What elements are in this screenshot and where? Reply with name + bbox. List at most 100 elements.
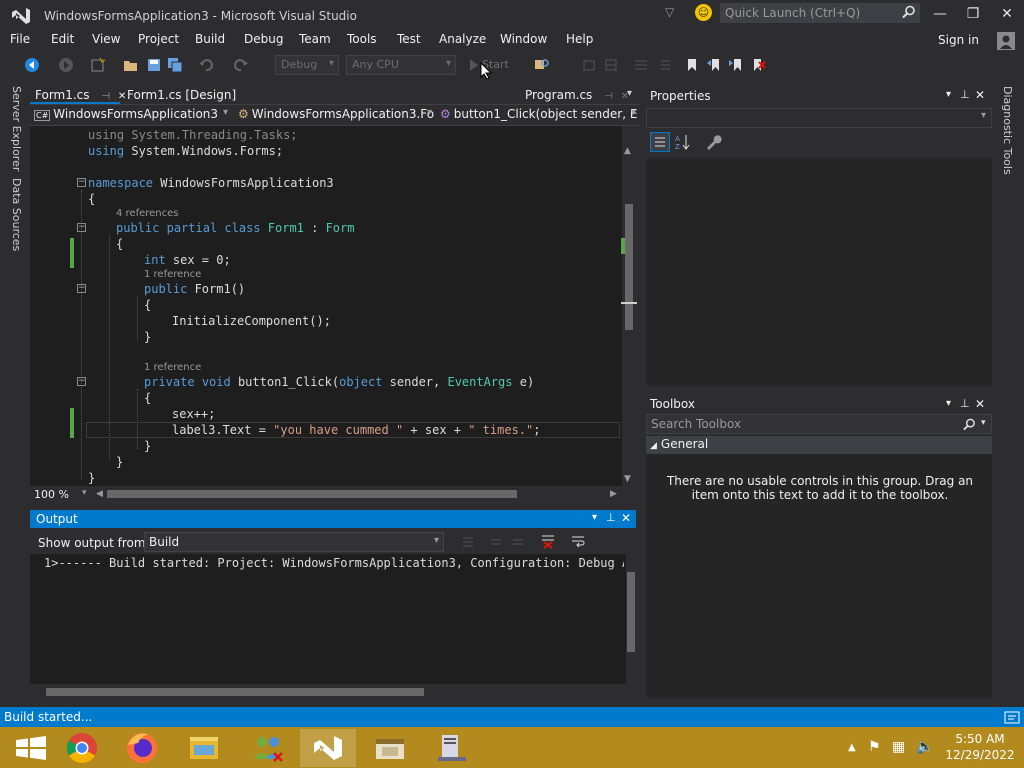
windows-start-icon[interactable] bbox=[4, 729, 60, 767]
properties-close-icon[interactable]: ✕ bbox=[975, 88, 985, 102]
output-source-select[interactable]: Build bbox=[144, 532, 444, 552]
pin-tab-icon[interactable]: ⊣ bbox=[604, 91, 613, 102]
tab-form1-design[interactable]: Form1.cs [Design] bbox=[122, 86, 241, 104]
new-project-icon[interactable] bbox=[90, 57, 106, 73]
firefox-icon[interactable] bbox=[114, 729, 170, 767]
zoom-dropdown-icon[interactable]: ▾ bbox=[82, 488, 87, 498]
editor-horizontal-scroll-thumb[interactable] bbox=[107, 490, 517, 498]
open-file-icon[interactable] bbox=[123, 57, 139, 73]
minimize-button[interactable]: — bbox=[925, 3, 955, 25]
navigate-back-icon[interactable] bbox=[24, 57, 40, 73]
references-codelens[interactable]: 4 references bbox=[116, 208, 179, 219]
collapse-method-toggle[interactable]: − bbox=[77, 377, 86, 386]
close-window-button[interactable]: ✕ bbox=[992, 3, 1022, 25]
categorized-view-icon[interactable] bbox=[650, 132, 670, 152]
store-icon[interactable] bbox=[362, 729, 418, 767]
solution-platform-dropdown[interactable]: Any CPU bbox=[346, 55, 456, 75]
word-wrap-icon[interactable] bbox=[570, 533, 586, 549]
project-dropdown[interactable]: C# WindowsFormsApplication3 bbox=[34, 107, 230, 124]
tab-overflow-icon[interactable]: ▾ bbox=[627, 88, 632, 99]
output-horizontal-scroll-thumb[interactable] bbox=[46, 688, 424, 696]
properties-pin-icon[interactable]: ⊥ bbox=[960, 88, 970, 101]
tab-program-cs[interactable]: Program.cs ⊣ ✕ bbox=[520, 86, 634, 104]
chrome-icon[interactable] bbox=[54, 729, 110, 767]
properties-options-icon[interactable]: ▾ bbox=[946, 89, 951, 100]
toolbox-close-icon[interactable]: ✕ bbox=[975, 397, 985, 411]
chevron-down-icon[interactable]: ▾ bbox=[981, 418, 986, 428]
uncomment-lines-icon[interactable] bbox=[656, 57, 672, 73]
editor-vertical-scroll-thumb[interactable] bbox=[625, 204, 633, 330]
step-into-icon[interactable] bbox=[603, 57, 619, 73]
menu-project[interactable]: Project bbox=[138, 32, 179, 46]
search-icon[interactable] bbox=[902, 5, 916, 19]
properties-object-select[interactable] bbox=[646, 108, 992, 128]
menu-window[interactable]: Window bbox=[500, 32, 547, 46]
scroll-up-icon[interactable]: ▲ bbox=[624, 146, 631, 156]
network-status-icon[interactable]: ▦ bbox=[892, 739, 905, 755]
diagnostic-tools-tab[interactable]: Diagnostic Tools bbox=[1001, 86, 1014, 175]
next-bookmark-icon[interactable] bbox=[728, 57, 744, 73]
find-message-icon[interactable] bbox=[460, 534, 476, 550]
previous-bookmark-icon[interactable] bbox=[706, 57, 722, 73]
references-codelens[interactable]: 1 reference bbox=[144, 362, 201, 373]
notifications-icon[interactable] bbox=[1004, 709, 1020, 725]
collapse-class-toggle[interactable]: − bbox=[77, 223, 86, 232]
navigate-forward-icon[interactable] bbox=[58, 57, 74, 73]
visual-studio-taskbar-icon[interactable] bbox=[300, 729, 356, 767]
taskbar-clock[interactable]: 5:50 AM 12/29/2022 bbox=[940, 731, 1020, 763]
menu-team[interactable]: Team bbox=[299, 32, 331, 46]
volume-icon[interactable]: 🔈 bbox=[916, 739, 933, 755]
menu-debug[interactable]: Debug bbox=[244, 32, 283, 46]
output-pin-icon[interactable]: ⊥ bbox=[606, 511, 616, 524]
chevron-down-icon[interactable]: ▾ bbox=[981, 110, 986, 121]
data-sources-tab[interactable]: Data Sources bbox=[10, 178, 23, 251]
toolbox-pin-icon[interactable]: ⊥ bbox=[960, 397, 970, 410]
menu-test[interactable]: Test bbox=[397, 32, 421, 46]
server-explorer-tab[interactable]: Server Explorer bbox=[10, 86, 23, 171]
network-users-icon[interactable] bbox=[240, 729, 296, 767]
references-codelens[interactable]: 1 reference bbox=[144, 269, 201, 280]
menu-build[interactable]: Build bbox=[195, 32, 225, 46]
restore-button[interactable]: ❐ bbox=[958, 3, 988, 25]
output-close-icon[interactable]: ✕ bbox=[621, 511, 631, 525]
member-dropdown[interactable]: ⚙ button1_Click(object sender, E bbox=[440, 107, 638, 124]
bookmark-icon[interactable] bbox=[684, 57, 700, 73]
scroll-right-icon[interactable]: ▶ bbox=[610, 489, 617, 499]
action-center-flag-icon[interactable]: ⚑ bbox=[868, 739, 881, 755]
menu-analyze[interactable]: Analyze bbox=[439, 32, 486, 46]
file-explorer-icon[interactable] bbox=[176, 729, 232, 767]
output-options-icon[interactable]: ▾ bbox=[592, 512, 597, 523]
server-manager-icon[interactable] bbox=[424, 729, 480, 767]
user-account-icon[interactable] bbox=[997, 32, 1015, 50]
undo-icon[interactable] bbox=[198, 57, 214, 73]
sign-in-link[interactable]: Sign in bbox=[938, 33, 979, 47]
feedback-smiley-icon[interactable]: ☺ bbox=[695, 4, 712, 21]
menu-view[interactable]: View bbox=[92, 32, 120, 46]
next-message-icon[interactable] bbox=[510, 534, 526, 550]
zoom-level[interactable]: 100 % bbox=[34, 488, 69, 501]
save-all-icon[interactable] bbox=[167, 57, 183, 73]
properties-grid[interactable] bbox=[646, 158, 992, 386]
comment-lines-icon[interactable] bbox=[633, 57, 649, 73]
toolbox-group-general[interactable]: ◢ General bbox=[646, 436, 992, 454]
scroll-down-icon[interactable]: ▼ bbox=[624, 474, 631, 484]
output-vertical-scroll-thumb[interactable] bbox=[627, 572, 635, 652]
clear-bookmarks-icon[interactable] bbox=[750, 57, 766, 73]
redo-icon[interactable] bbox=[233, 57, 249, 73]
menu-help[interactable]: Help bbox=[566, 32, 593, 46]
property-pages-wrench-icon[interactable] bbox=[704, 133, 722, 151]
collapse-namespace-toggle[interactable]: − bbox=[77, 178, 86, 187]
toolbox-options-icon[interactable]: ▾ bbox=[946, 398, 951, 409]
step-over-icon[interactable] bbox=[582, 57, 598, 73]
alphabetical-view-icon[interactable]: AZ bbox=[674, 133, 692, 151]
clear-all-icon[interactable] bbox=[540, 533, 556, 549]
type-dropdown[interactable]: ⚙ WindowsFormsApplication3.Fo bbox=[238, 107, 434, 124]
output-text-area[interactable] bbox=[30, 554, 626, 684]
toolbox-search-input[interactable]: Search Toolbox bbox=[646, 414, 992, 434]
find-in-files-icon[interactable] bbox=[534, 57, 550, 73]
search-icon[interactable] bbox=[963, 418, 976, 431]
menu-edit[interactable]: Edit bbox=[51, 32, 74, 46]
pin-tab-icon[interactable]: ⊣ bbox=[101, 91, 110, 102]
previous-message-icon[interactable] bbox=[488, 534, 504, 550]
scroll-left-icon[interactable]: ◀ bbox=[96, 489, 103, 499]
